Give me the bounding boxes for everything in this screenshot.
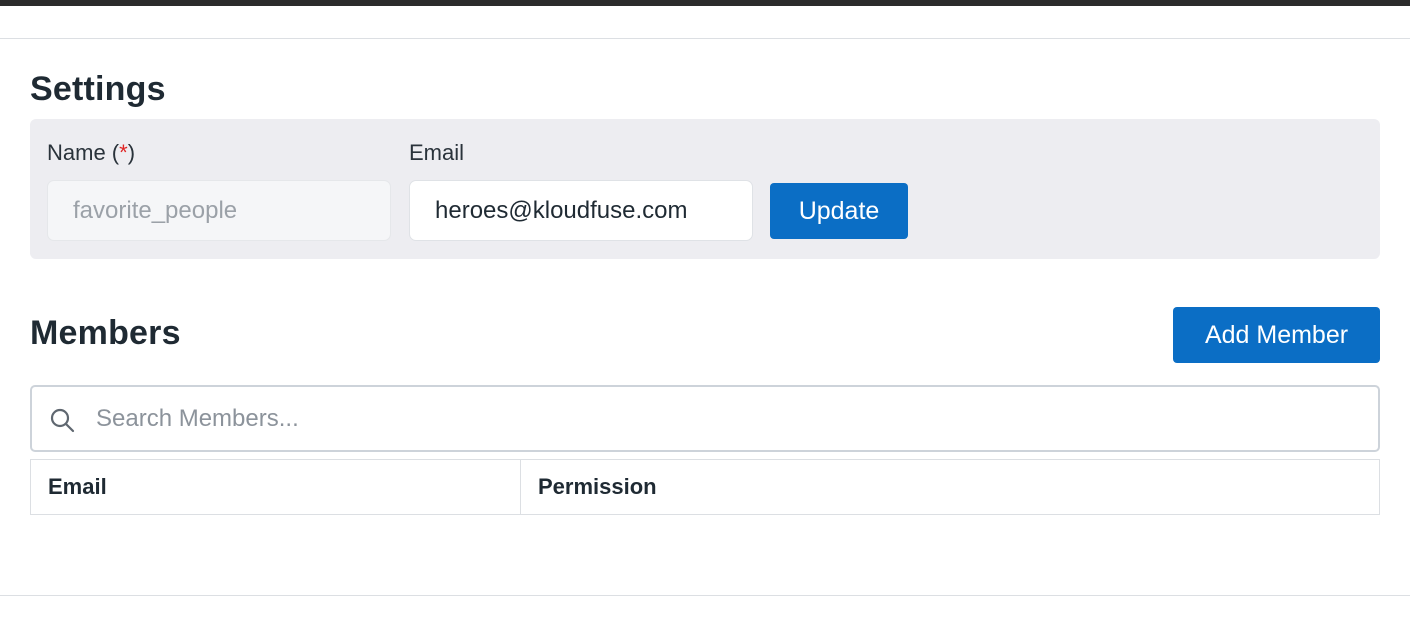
column-header-email[interactable]: Email	[31, 460, 521, 514]
members-title: Members	[30, 314, 181, 352]
name-label-end: )	[127, 140, 136, 165]
search-members-input[interactable]: Search Members...	[96, 387, 299, 450]
name-field[interactable]: favorite_people	[47, 180, 391, 241]
settings-title: Settings	[30, 70, 166, 108]
members-table-header: Email Permission	[30, 459, 1380, 515]
top-bar	[0, 0, 1410, 6]
update-button[interactable]: Update	[770, 183, 908, 239]
required-indicator: *	[119, 140, 128, 165]
email-field-value: heroes@kloudfuse.com	[435, 196, 688, 224]
name-label-text: Name (	[47, 140, 120, 165]
name-label: Name (*)	[47, 140, 135, 166]
search-members-box[interactable]: Search Members...	[30, 385, 1380, 452]
email-label: Email	[409, 140, 465, 165]
add-member-button[interactable]: Add Member	[1173, 307, 1380, 363]
name-field-value: favorite_people	[73, 196, 238, 224]
group-settings-panel: Settings Name (*) favorite_people Email …	[0, 38, 1410, 596]
email-field[interactable]: heroes@kloudfuse.com	[409, 180, 753, 241]
column-header-permission[interactable]: Permission	[521, 460, 1379, 514]
search-icon	[50, 408, 75, 433]
settings-box: Name (*) favorite_people Email heroes@kl…	[30, 119, 1380, 259]
